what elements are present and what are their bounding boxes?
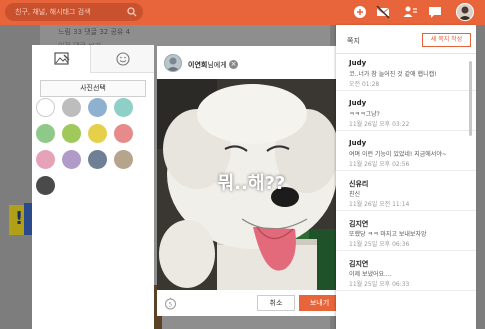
color-swatch[interactable] <box>62 98 81 117</box>
photo-edit-icon <box>54 52 70 65</box>
color-swatch[interactable] <box>88 124 107 143</box>
note-date: 오전 01:28 <box>349 81 380 88</box>
decoration-panel: 사진선택 <box>32 45 154 329</box>
note-item[interactable]: Judy 코..너가 참 늘어진 것 같애 햅니캡! 오전 01:28 <box>336 54 476 91</box>
composer-footer: 5 취소 보내기 <box>157 290 346 316</box>
note-preview: 또했당 ㅋㅋ 마지고 보내보자앙 <box>349 231 427 238</box>
note-preview: 코..너가 참 늘어진 것 같애 햅니캡! <box>349 71 437 78</box>
color-swatch[interactable] <box>114 124 133 143</box>
timer-icon[interactable]: 5 <box>164 297 177 310</box>
add-icon[interactable] <box>353 5 367 19</box>
search-icon[interactable] <box>127 7 137 17</box>
color-swatch[interactable] <box>36 150 55 169</box>
decoration-tabs <box>32 45 154 73</box>
color-swatch[interactable] <box>88 150 107 169</box>
tab-photo[interactable] <box>32 45 91 73</box>
recipient-label: 이연희님에게 <box>188 60 227 70</box>
friend-request-icon[interactable] <box>403 5 417 19</box>
color-swatch[interactable] <box>88 98 107 117</box>
top-bar: 친구, 채널, 해시태그 검색 <box>0 0 485 25</box>
profile-picture-icon <box>458 6 472 20</box>
note-sender: 김지연 <box>349 260 369 268</box>
note-date: 11월 26일 오전 11:14 <box>349 201 410 208</box>
chat-icon[interactable] <box>428 5 442 19</box>
color-swatch[interactable] <box>114 98 133 117</box>
recipient-avatar <box>164 54 182 72</box>
exclamation-icon: ! <box>15 208 24 229</box>
note-preview: 이제 보냈어요.... <box>349 271 392 278</box>
tab-emoticon[interactable] <box>92 45 154 73</box>
background-post-stats: 느림 33 댓글 32 공유 4 <box>58 28 131 36</box>
note-preview: 여며 이런 기능이 있었네! 지금에서야~ <box>349 151 447 158</box>
new-note-button[interactable]: 새 쪽지 작성 <box>422 33 471 47</box>
remove-recipient-icon[interactable]: × <box>229 60 238 69</box>
smiley-icon <box>116 52 130 66</box>
profile-avatar[interactable] <box>456 3 474 21</box>
color-swatch[interactable] <box>36 98 55 117</box>
note-preview: ㅋㅋㅋ그냥? <box>349 111 380 118</box>
color-swatch[interactable] <box>36 124 55 143</box>
color-swatch[interactable] <box>36 176 55 195</box>
photo-select-button[interactable]: 사진선택 <box>40 80 146 97</box>
note-item[interactable]: 신유리친신 11월 26일 오전 11:14 <box>336 174 476 211</box>
note-sender: 신유리 <box>349 180 369 188</box>
note-item[interactable]: Judy ㅋㅋㅋ그냥? 11월 26일 오후 03:22 <box>336 94 476 131</box>
note-preview: 친신 <box>349 191 361 198</box>
notes-panel: 쪽지 새 쪽지 작성 Judy 코..너가 참 늘어진 것 같애 햅니캡! 오전 0… <box>336 25 476 329</box>
color-swatch[interactable] <box>62 150 81 169</box>
notes-header: 쪽지 새 쪽지 작성 <box>336 25 476 54</box>
recipient-picture-icon <box>166 57 180 71</box>
note-date: 11월 25일 오후 06:33 <box>349 281 410 288</box>
note-composer: 이연희님에게 × 뭐..해?? 5 취소 보내기 <box>157 46 346 316</box>
recipient-suffix: 님에게 <box>207 61 227 69</box>
note-sender: Judy <box>349 99 367 107</box>
note-date: 11월 25일 오후 06:36 <box>349 241 410 248</box>
cancel-button[interactable]: 취소 <box>257 295 295 311</box>
note-sender: Judy <box>349 59 367 67</box>
notes-scrollbar[interactable] <box>469 61 472 136</box>
note-sender: 김지연 <box>349 220 369 228</box>
recipient-name: 이연희 <box>188 61 208 69</box>
note-item[interactable]: 김지연또했당 ㅋㅋ 마지고 보내보자앙 11월 25일 오후 06:36 <box>336 214 476 251</box>
note-item[interactable]: 김지연이제 보냈어요.... 11월 25일 오후 06:33 <box>336 254 476 291</box>
note-date: 11월 26일 오후 03:22 <box>349 121 410 128</box>
composer-header: 이연희님에게 × <box>157 46 346 79</box>
notes-title: 쪽지 <box>347 37 360 45</box>
overlay-text[interactable]: 뭐..해?? <box>157 169 346 195</box>
note-sender: Judy <box>349 139 367 147</box>
svg-text:5: 5 <box>168 301 172 308</box>
color-swatch[interactable] <box>62 124 81 143</box>
send-button[interactable]: 보내기 <box>299 295 340 311</box>
search-input[interactable]: 친구, 채널, 해시태그 검색 <box>15 7 91 17</box>
message-off-icon[interactable] <box>376 5 390 19</box>
photo-canvas[interactable]: 뭐..해?? <box>157 79 346 290</box>
search-box[interactable]: 친구, 채널, 해시태그 검색 <box>5 3 143 21</box>
color-swatch[interactable] <box>114 150 133 169</box>
note-item[interactable]: Judy 여며 이런 기능이 있었네! 지금에서야~ 11월 26일 오후 02:5… <box>336 134 476 171</box>
note-date: 11월 26일 오후 02:56 <box>349 161 410 168</box>
